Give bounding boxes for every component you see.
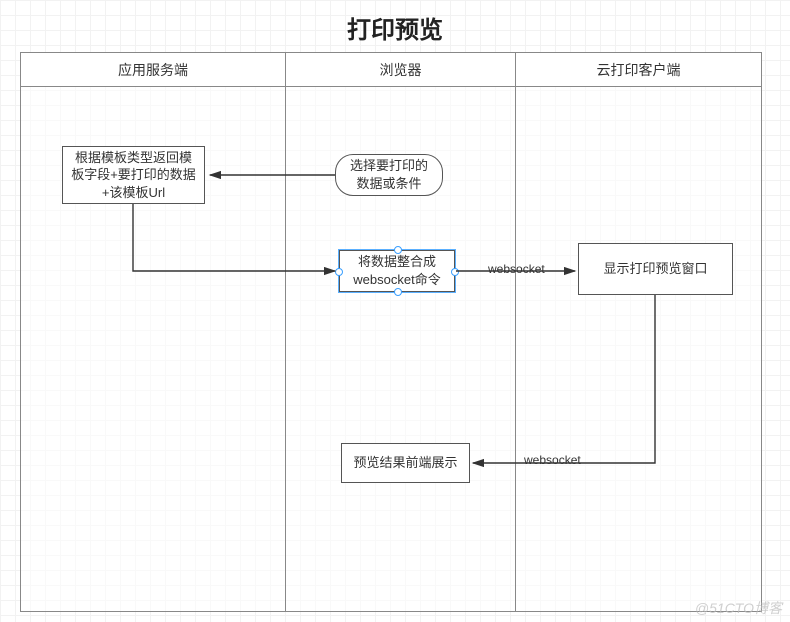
node-compose-label: 将数据整合成 websocket命令 (353, 253, 440, 288)
node-show-preview-label: 显示打印预览窗口 (603, 260, 707, 278)
diagram-title: 打印预览 (0, 10, 790, 45)
selection-handle-left[interactable] (335, 268, 343, 276)
lane-client-header: 云打印客户端 (516, 53, 761, 87)
selection-handle-top[interactable] (394, 246, 402, 254)
node-show-preview[interactable]: 显示打印预览窗口 (578, 243, 733, 295)
selection-handle-right[interactable] (451, 268, 459, 276)
node-compose-ws[interactable]: 将数据整合成 websocket命令 (339, 250, 455, 292)
lane-client: 云打印客户端 (515, 52, 762, 612)
watermark: @51CTO博客 (695, 598, 782, 618)
selection-handle-bottom[interactable] (394, 288, 402, 296)
edge-label-ws2: websocket (522, 452, 583, 468)
lane-server: 应用服务端 (20, 52, 286, 612)
node-prepare-template[interactable]: 根据模板类型返回模 板字段+要打印的数据 +该模板Url (62, 146, 205, 204)
edge-label-ws1: websocket (486, 261, 547, 277)
node-prepare-label: 根据模板类型返回模 板字段+要打印的数据 +该模板Url (71, 149, 196, 202)
lane-browser: 浏览器 (285, 52, 516, 612)
node-preview-result-label: 预览结果前端展示 (353, 454, 457, 472)
lane-server-header: 应用服务端 (21, 53, 285, 87)
node-select-label: 选择要打印的 数据或条件 (350, 157, 428, 192)
node-select-data[interactable]: 选择要打印的 数据或条件 (335, 154, 443, 196)
node-preview-result[interactable]: 预览结果前端展示 (341, 443, 470, 483)
lane-browser-header: 浏览器 (286, 53, 515, 87)
swimlane-container: 应用服务端 浏览器 云打印客户端 (20, 52, 762, 612)
